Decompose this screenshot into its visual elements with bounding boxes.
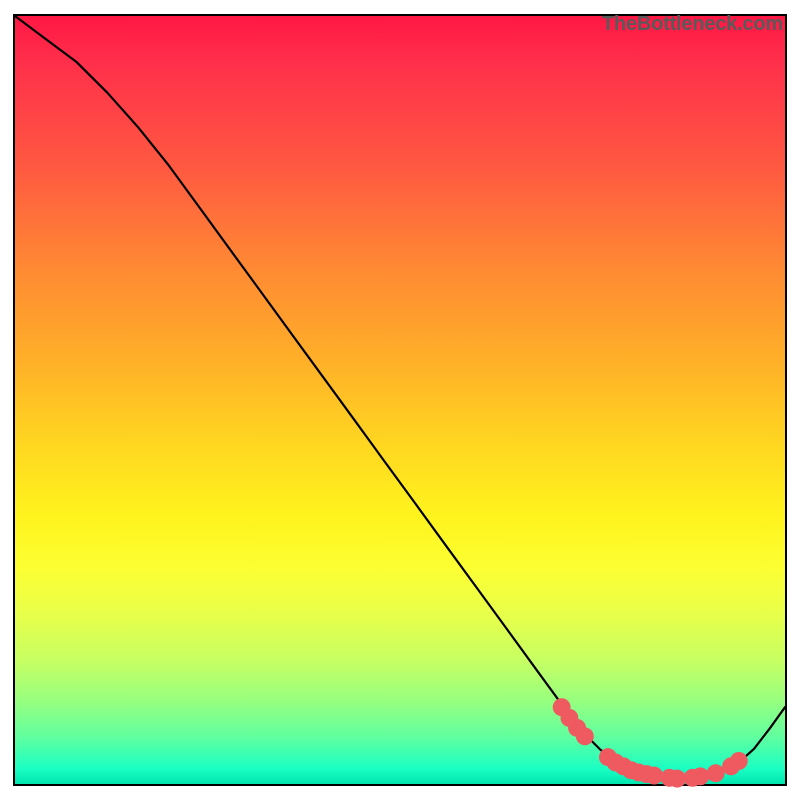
chart-stage: TheBottleneck.com: [0, 0, 800, 800]
chart-svg: [15, 16, 785, 784]
scatter-dot: [707, 764, 725, 782]
plot-area: TheBottleneck.com: [13, 14, 787, 786]
scatter-dot: [668, 770, 686, 788]
scatter-dot: [691, 767, 709, 785]
bottleneck-curve: [15, 16, 785, 779]
scatter-dot: [645, 767, 663, 785]
scatter-dot: [730, 752, 748, 770]
scatter-dot: [576, 727, 594, 745]
scatter-dots: [553, 698, 748, 787]
